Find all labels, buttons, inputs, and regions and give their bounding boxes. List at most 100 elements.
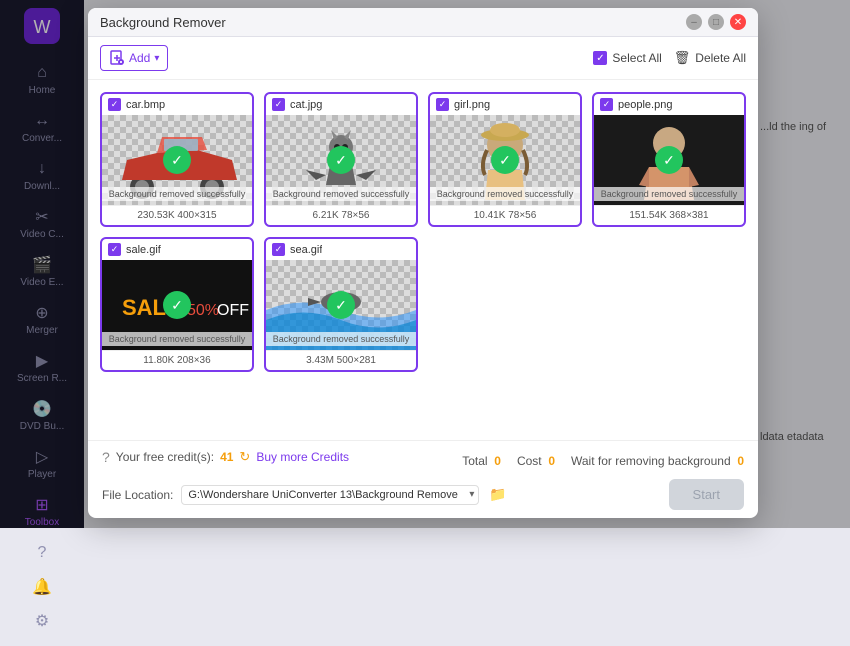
card-filename-sale: sale.gif xyxy=(126,244,161,256)
select-all-label: Select All xyxy=(612,51,661,65)
image-preview-cat: ✓ Background removed successfully xyxy=(266,115,416,205)
add-button-label: Add xyxy=(129,51,150,65)
image-preview-car: ✓ Background removed successfully xyxy=(102,115,252,205)
card-header-sale: ✓ sale.gif xyxy=(102,239,252,260)
card-header-girl: ✓ girl.png xyxy=(430,94,580,115)
wait-value: 0 xyxy=(737,454,744,468)
card-checkbox-cat[interactable]: ✓ xyxy=(272,98,285,111)
credits-info: ? Your free credit(s): 41 ↻ Buy more Cre… xyxy=(102,449,349,465)
modal-footer: ? Your free credit(s): 41 ↻ Buy more Cre… xyxy=(88,440,758,518)
buy-credits-link[interactable]: Buy more Credits xyxy=(256,450,349,464)
success-badge-cat: ✓ xyxy=(327,146,355,174)
success-badge-girl: ✓ xyxy=(491,146,519,174)
card-checkbox-car[interactable]: ✓ xyxy=(108,98,121,111)
app-background: W ⌂ Home ↔ Conver... ↓ Downl... ✂ Video … xyxy=(0,0,850,528)
sidebar-item-help[interactable]: ? xyxy=(0,536,84,570)
image-card-sale: ✓ sale.gif SALE 50% OFF ✓ Background rem… xyxy=(100,237,254,372)
sidebar-item-settings[interactable]: ⚙ xyxy=(0,604,84,638)
sidebar-item-notifications[interactable]: 🔔 xyxy=(0,570,84,604)
card-filename-sea: sea.gif xyxy=(290,244,322,256)
card-checkbox-sea[interactable]: ✓ xyxy=(272,243,285,256)
credits-label: Your free credit(s): xyxy=(116,450,214,464)
image-card-girl: ✓ girl.png xyxy=(428,92,582,227)
close-button[interactable]: ✕ xyxy=(730,14,746,30)
sidebar-bottom: ? 🔔 ⚙ xyxy=(0,536,84,646)
success-label-girl: Background removed successfully xyxy=(430,187,580,201)
success-badge-sea: ✓ xyxy=(327,291,355,319)
success-label-car: Background removed successfully xyxy=(102,187,252,201)
image-meta-people: 151.54K 368×381 xyxy=(594,205,744,225)
image-preview-people: ✓ Background removed successfully xyxy=(594,115,744,205)
total-label: Total 0 xyxy=(462,454,501,468)
open-folder-button[interactable]: 📁 xyxy=(487,484,508,505)
image-card-cat: ✓ cat.jpg ✓ B xyxy=(264,92,418,227)
image-card-people: ✓ people.png ✓ Background removed succes… xyxy=(592,92,746,227)
card-filename-car: car.bmp xyxy=(126,99,165,111)
image-grid: ✓ car.bmp ✓ B xyxy=(88,80,758,440)
file-location-section: File Location: G:\Wondershare UniConvert… xyxy=(102,484,509,505)
cost-label: Cost 0 xyxy=(517,454,555,468)
refresh-credits-icon[interactable]: ↻ xyxy=(239,449,250,465)
image-preview-sea: ✓ Background removed successfully xyxy=(266,260,416,350)
total-value: 0 xyxy=(494,454,501,468)
add-chevron-icon: ▾ xyxy=(154,53,159,64)
image-meta-girl: 10.41K 78×56 xyxy=(430,205,580,225)
delete-all-label: Delete All xyxy=(695,51,746,65)
card-checkbox-girl[interactable]: ✓ xyxy=(436,98,449,111)
image-card-sea: ✓ sea.gif ✓ Background removed successf xyxy=(264,237,418,372)
image-meta-car: 230.53K 400×315 xyxy=(102,205,252,225)
start-button[interactable]: Start xyxy=(669,479,744,510)
card-checkbox-people[interactable]: ✓ xyxy=(600,98,613,111)
card-filename-people: people.png xyxy=(618,99,672,111)
select-all-checkbox: ✓ xyxy=(593,51,607,65)
success-badge-people: ✓ xyxy=(655,146,683,174)
success-label-people: Background removed successfully xyxy=(594,187,744,201)
success-badge-car: ✓ xyxy=(163,146,191,174)
maximize-button[interactable]: □ xyxy=(708,14,724,30)
svg-text:OFF: OFF xyxy=(217,302,249,319)
card-filename-girl: girl.png xyxy=(454,99,490,111)
card-header-cat: ✓ cat.jpg xyxy=(266,94,416,115)
path-select-wrapper: G:\Wondershare UniConverter 13\Backgroun… xyxy=(181,485,479,505)
image-meta-sale: 11.80K 208×36 xyxy=(102,350,252,370)
settings-icon: ⚙ xyxy=(33,612,51,630)
add-files-button[interactable]: Add ▾ xyxy=(100,45,168,71)
trash-icon: 🗑 xyxy=(674,50,691,66)
modal-title: Background Remover xyxy=(100,15,226,30)
card-header-people: ✓ people.png xyxy=(594,94,744,115)
card-filename-cat: cat.jpg xyxy=(290,99,322,111)
success-badge-sale: ✓ xyxy=(163,291,191,319)
image-preview-sale: SALE 50% OFF ✓ Background removed succes… xyxy=(102,260,252,350)
footer-totals: Total 0 Cost 0 Wait for removing backgro… xyxy=(462,454,744,468)
help-icon: ? xyxy=(33,544,51,562)
modal-titlebar: Background Remover – □ ✕ xyxy=(88,8,758,37)
success-label-cat: Background removed successfully xyxy=(266,187,416,201)
bell-icon: 🔔 xyxy=(33,578,51,596)
background-remover-modal: Background Remover – □ ✕ Add ▾ xyxy=(88,8,758,518)
success-label-sea: Background removed successfully xyxy=(266,332,416,346)
minimize-button[interactable]: – xyxy=(686,14,702,30)
window-controls: – □ ✕ xyxy=(686,14,746,30)
image-preview-girl: ✓ Background removed successfully xyxy=(430,115,580,205)
cost-value: 0 xyxy=(548,454,555,468)
image-card-car: ✓ car.bmp ✓ B xyxy=(100,92,254,227)
image-meta-sea: 3.43M 500×281 xyxy=(266,350,416,370)
card-header-car: ✓ car.bmp xyxy=(102,94,252,115)
image-meta-cat: 6.21K 78×56 xyxy=(266,205,416,225)
add-file-icon xyxy=(109,50,125,66)
card-checkbox-sale[interactable]: ✓ xyxy=(108,243,121,256)
help-credits-icon[interactable]: ? xyxy=(102,449,110,465)
select-all-button[interactable]: ✓ Select All xyxy=(593,51,661,65)
location-label: File Location: xyxy=(102,488,173,502)
path-select[interactable]: G:\Wondershare UniConverter 13\Backgroun… xyxy=(181,485,479,505)
wait-label: Wait for removing background 0 xyxy=(571,454,744,468)
svg-text:50%: 50% xyxy=(187,302,219,319)
toolbar-right-actions: ✓ Select All 🗑 Delete All xyxy=(593,50,746,66)
card-header-sea: ✓ sea.gif xyxy=(266,239,416,260)
footer-path-row: File Location: G:\Wondershare UniConvert… xyxy=(102,479,744,510)
footer-credits-row: ? Your free credit(s): 41 ↻ Buy more Cre… xyxy=(102,449,744,473)
success-label-sale: Background removed successfully xyxy=(102,332,252,346)
credits-count: 41 xyxy=(220,450,233,464)
modal-toolbar: Add ▾ ✓ Select All 🗑 Delete All xyxy=(88,37,758,80)
delete-all-button[interactable]: 🗑 Delete All xyxy=(674,50,746,66)
